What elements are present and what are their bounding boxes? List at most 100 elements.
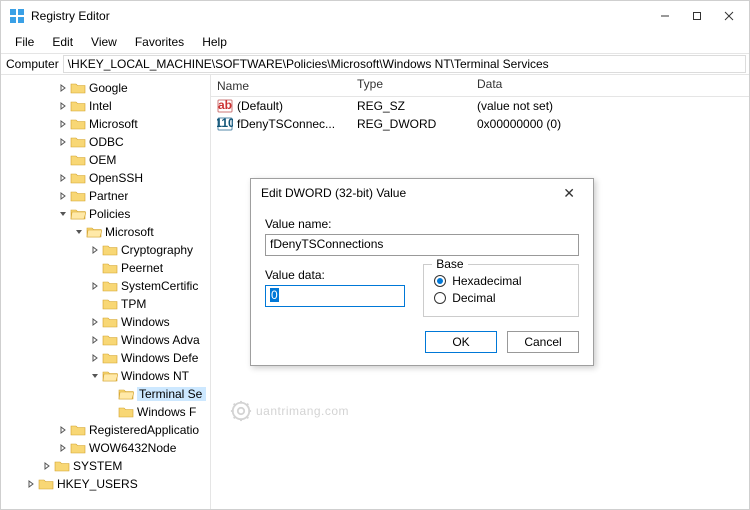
radio-icon: [434, 292, 446, 304]
menu-help[interactable]: Help: [194, 33, 235, 51]
close-button[interactable]: [709, 1, 749, 31]
tree-item[interactable]: RegisteredApplicatio: [3, 421, 210, 439]
tree-item-label: Cryptography: [121, 243, 193, 257]
tree-item[interactable]: Policies: [3, 205, 210, 223]
address-input[interactable]: \HKEY_LOCAL_MACHINE\SOFTWARE\Policies\Mi…: [63, 55, 746, 73]
cell-type: REG_DWORD: [351, 117, 471, 131]
cell-name: fDenyTSConnec...: [237, 117, 335, 131]
menu-favorites[interactable]: Favorites: [127, 33, 192, 51]
tree-item[interactable]: SystemCertific: [3, 277, 210, 295]
ok-button[interactable]: OK: [425, 331, 497, 353]
chevron-right-icon[interactable]: [89, 282, 101, 290]
tree-item[interactable]: Cryptography: [3, 241, 210, 259]
col-type[interactable]: Type: [351, 75, 471, 96]
chevron-right-icon[interactable]: [57, 120, 69, 128]
tree-item[interactable]: Partner: [3, 187, 210, 205]
folder-icon: [70, 423, 86, 437]
tree-item[interactable]: Windows Adva: [3, 331, 210, 349]
folder-icon: [70, 135, 86, 149]
dialog-buttons: OK Cancel: [265, 331, 579, 353]
tree-item-label: SystemCertific: [121, 279, 198, 293]
tree-item-label: Partner: [89, 189, 128, 203]
chevron-right-icon[interactable]: [57, 192, 69, 200]
chevron-down-icon[interactable]: [57, 210, 69, 218]
tree-view[interactable]: GoogleIntelMicrosoftODBCOEMOpenSSHPartne…: [1, 75, 211, 509]
tree-item[interactable]: HKEY_USERS: [3, 475, 210, 493]
folder-icon: [102, 315, 118, 329]
chevron-right-icon[interactable]: [57, 174, 69, 182]
tree-item-label: RegisteredApplicatio: [89, 423, 199, 437]
menubar: File Edit View Favorites Help: [1, 31, 749, 53]
chevron-down-icon[interactable]: [73, 228, 85, 236]
col-name[interactable]: Name: [211, 75, 351, 96]
value-data-input[interactable]: 0: [265, 285, 405, 307]
chevron-right-icon[interactable]: [89, 318, 101, 326]
tree-item-label: Windows F: [137, 405, 196, 419]
list-row[interactable]: 110 fDenyTSConnec... REG_DWORD0x00000000 (…: [211, 115, 749, 133]
tree-item-label: OEM: [89, 153, 116, 167]
list-header: Name Type Data: [211, 75, 749, 97]
chevron-right-icon[interactable]: [57, 138, 69, 146]
tree-item-label: Windows NT: [121, 369, 189, 383]
chevron-right-icon[interactable]: [57, 426, 69, 434]
tree-item[interactable]: Peernet: [3, 259, 210, 277]
tree-item[interactable]: SYSTEM: [3, 457, 210, 475]
folder-icon: [102, 279, 118, 293]
dialog-title: Edit DWORD (32-bit) Value: [261, 186, 406, 200]
chevron-right-icon[interactable]: [89, 336, 101, 344]
edit-dword-dialog: Edit DWORD (32-bit) Value ✕ Value name: …: [250, 178, 594, 366]
col-data[interactable]: Data: [471, 75, 749, 96]
menu-edit[interactable]: Edit: [44, 33, 81, 51]
menu-view[interactable]: View: [83, 33, 125, 51]
dword-icon: 110: [217, 116, 233, 132]
tree-item[interactable]: Terminal Se: [3, 385, 210, 403]
folder-icon: [102, 297, 118, 311]
tree-item[interactable]: Windows NT: [3, 367, 210, 385]
window-title: Registry Editor: [31, 9, 110, 23]
chevron-right-icon[interactable]: [57, 84, 69, 92]
chevron-right-icon[interactable]: [89, 246, 101, 254]
tree-item-label: Windows Defe: [121, 351, 198, 365]
chevron-right-icon[interactable]: [41, 462, 53, 470]
tree-item[interactable]: Windows: [3, 313, 210, 331]
chevron-right-icon[interactable]: [57, 444, 69, 452]
tree-item[interactable]: Google: [3, 79, 210, 97]
menu-file[interactable]: File: [7, 33, 42, 51]
radio-decimal[interactable]: Decimal: [434, 291, 568, 305]
chevron-right-icon[interactable]: [25, 480, 37, 488]
value-name-input[interactable]: fDenyTSConnections: [265, 234, 579, 256]
tree-item-label: SYSTEM: [73, 459, 122, 473]
list-row[interactable]: ab(Default)REG_SZ(value not set): [211, 97, 749, 115]
chevron-right-icon[interactable]: [89, 354, 101, 362]
value-data-text: 0: [270, 288, 279, 302]
tree-item[interactable]: Windows Defe: [3, 349, 210, 367]
tree-item[interactable]: Microsoft: [3, 223, 210, 241]
value-name-text: fDenyTSConnections: [270, 237, 383, 251]
cell-name: (Default): [237, 99, 283, 113]
tree-item[interactable]: OpenSSH: [3, 169, 210, 187]
tree-item-label: HKEY_USERS: [57, 477, 138, 491]
chevron-right-icon[interactable]: [57, 102, 69, 110]
tree-item-label: ODBC: [89, 135, 124, 149]
folder-icon: [70, 441, 86, 455]
base-fieldset: Base Hexadecimal Decimal: [423, 264, 579, 317]
cancel-button[interactable]: Cancel: [507, 331, 579, 353]
tree-item[interactable]: Microsoft: [3, 115, 210, 133]
radio-icon: [434, 275, 446, 287]
cell-data: (value not set): [471, 99, 749, 113]
tree-item[interactable]: Windows F: [3, 403, 210, 421]
tree-item-label: TPM: [121, 297, 146, 311]
cell-data: 0x00000000 (0): [471, 117, 749, 131]
folder-icon: [70, 117, 86, 131]
tree-item[interactable]: OEM: [3, 151, 210, 169]
radio-hexadecimal[interactable]: Hexadecimal: [434, 274, 568, 288]
tree-item[interactable]: ODBC: [3, 133, 210, 151]
folder-icon: [70, 153, 86, 167]
tree-item-label: Policies: [89, 207, 130, 221]
chevron-down-icon[interactable]: [89, 372, 101, 380]
tree-item[interactable]: WOW6432Node: [3, 439, 210, 457]
close-icon[interactable]: ✕: [555, 181, 583, 206]
tree-item[interactable]: Intel: [3, 97, 210, 115]
tree-item[interactable]: TPM: [3, 295, 210, 313]
address-label: Computer: [4, 57, 61, 71]
